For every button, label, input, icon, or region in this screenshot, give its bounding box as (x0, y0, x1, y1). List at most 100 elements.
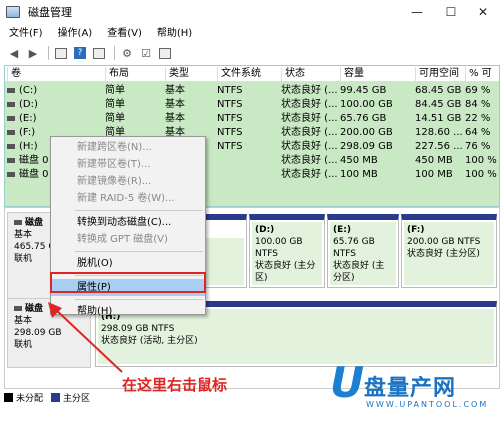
volume-name-cell: 磁盘 0 (19, 169, 49, 180)
disk-management-icon (6, 6, 20, 18)
partition-e[interactable]: (E:) 65.76 GB NTFS 状态良好 (主分区) (327, 214, 399, 288)
column-header[interactable]: 可用空间 (415, 67, 459, 81)
column-header[interactable]: 布局 (105, 67, 129, 81)
volume-icon (7, 102, 15, 107)
check-icon[interactable]: ☑ (138, 45, 154, 61)
table-cell: 100.00 GB (340, 99, 393, 110)
partition-label: (D:) (255, 225, 275, 235)
close-button[interactable]: ✕ (462, 0, 504, 24)
partition-size: 100.00 GB NTFS (255, 237, 303, 259)
toolbar-divider (114, 46, 115, 60)
menu-item-new-mirrored-volume[interactable]: 新建镜像卷(R)... (51, 173, 205, 190)
table-cell: 基本 (165, 113, 185, 124)
menu-file[interactable]: 文件(F) (0, 26, 49, 42)
partition-size: 65.76 GB NTFS (333, 237, 375, 259)
table-row[interactable]: (C:) 简单 基本 NTFS 状态良好 (... 99.45 GB 68.45 GB 69 … (5, 84, 499, 97)
table-cell: 100 MB (340, 169, 378, 180)
legend-swatch-primary (51, 392, 61, 402)
menu-divider (75, 251, 203, 252)
volume-name-cell: 磁盘 0 (19, 155, 49, 166)
menu-item-convert-gpt[interactable]: 转换成 GPT 磁盘(V) (51, 231, 205, 248)
table-cell: 450 MB (340, 155, 378, 166)
menu-item-properties[interactable]: 属性(P) (51, 279, 205, 296)
table-cell: 简单 (105, 85, 125, 96)
table-cell: NTFS (217, 127, 243, 138)
column-header[interactable]: 类型 (165, 67, 189, 81)
watermark-logo: U 盘量产网 WWW.UPANTOOL.COM (330, 360, 500, 422)
partition-label: (F:) (407, 225, 425, 235)
menu-view[interactable]: 查看(V) (98, 26, 148, 42)
hard-disk-icon (14, 220, 22, 225)
table-cell: 简单 (105, 99, 125, 110)
table-cell: 基本 (165, 85, 185, 96)
column-header[interactable]: 文件系统 (217, 67, 261, 81)
properties-icon[interactable] (157, 45, 173, 61)
disk-name: 磁盘 (25, 218, 44, 228)
disk-properties-icon[interactable] (91, 45, 107, 61)
back-arrow-icon[interactable]: ◀ (6, 45, 22, 61)
volume-icon (7, 88, 15, 93)
partition-f[interactable]: (F:) 200.00 GB NTFS 状态良好 (主分区) (401, 214, 497, 288)
column-header[interactable]: 容量 (340, 67, 364, 81)
partition-status: 状态良好 (主分区) (407, 249, 480, 259)
table-cell: 基本 (165, 99, 185, 110)
partition-d[interactable]: (D:) 100.00 GB NTFS 状态良好 (主分区) (249, 214, 325, 288)
partition-status: 状态良好 (主分区) (255, 261, 316, 283)
menu-action[interactable]: 操作(A) (49, 26, 99, 42)
title-bar: 磁盘管理 — ☐ ✕ (0, 0, 504, 24)
help-icon[interactable]: ? (72, 45, 88, 61)
table-cell: 76 % (465, 141, 491, 152)
menu-item-new-striped-volume[interactable]: 新建带区卷(T)... (51, 156, 205, 173)
table-cell: NTFS (217, 141, 243, 152)
menu-item-convert-dynamic[interactable]: 转换到动态磁盘(C)... (51, 214, 205, 231)
table-cell: 200.00 GB (340, 127, 393, 138)
menu-divider (75, 275, 203, 276)
table-cell: 状态良好 (... (281, 169, 338, 180)
table-cell: 84 % (465, 99, 491, 110)
hard-disk-icon (14, 306, 22, 311)
toolbar: ◀ ▶ ? ⚙ ☑ (0, 43, 504, 63)
watermark-u-logo: U (330, 358, 365, 407)
table-cell: 状态良好 (... (281, 113, 338, 124)
menu-bar: 文件(F) 操作(A) 查看(V) 帮助(H) (0, 26, 198, 42)
forward-arrow-icon[interactable]: ▶ (25, 45, 41, 61)
menu-item-new-raid5-volume[interactable]: 新建 RAID-5 卷(W)... (51, 190, 205, 207)
legend-label: 未分配 (16, 393, 44, 404)
table-cell: 100 % (465, 169, 497, 180)
column-header[interactable]: 卷 (7, 67, 21, 81)
window-title: 磁盘管理 (28, 6, 72, 19)
volume-icon (7, 144, 15, 149)
context-menu: 新建跨区卷(N)... 新建带区卷(T)... 新建镜像卷(R)... 新建 R… (50, 136, 206, 317)
table-cell: 128.60 ... (415, 127, 463, 138)
volume-name-cell: (D:) (19, 99, 38, 110)
watermark-url: WWW.UPANTOOL.COM (366, 400, 489, 409)
menu-divider (75, 210, 203, 211)
table-cell: 状态良好 (... (281, 141, 338, 152)
table-cell: 84.45 GB (415, 99, 462, 110)
menu-item-new-spanned-volume[interactable]: 新建跨区卷(N)... (51, 139, 205, 156)
column-header[interactable]: % 可 (465, 67, 492, 81)
table-cell: 状态良好 (... (281, 155, 338, 166)
volume-name-cell: (H:) (19, 141, 38, 152)
legend-swatch-unallocated (4, 392, 13, 402)
table-row[interactable]: (D:) 简单 基本 NTFS 状态良好 (... 100.00 GB 84.45 GB 84… (5, 98, 499, 111)
table-cell: 64 % (465, 127, 491, 138)
column-header[interactable]: 状态 (281, 67, 305, 81)
legend: 未分配 主分区 (4, 390, 90, 404)
settings-icon[interactable]: ⚙ (119, 45, 135, 61)
partition-label: (E:) (333, 225, 351, 235)
table-cell: NTFS (217, 85, 243, 96)
table-cell: 227.56 ... (415, 141, 463, 152)
menu-item-offline[interactable]: 脱机(O) (51, 255, 205, 272)
menu-help[interactable]: 帮助(H) (148, 26, 198, 42)
table-row[interactable]: (E:) 简单 基本 NTFS 状态良好 (... 65.76 GB 14.51 GB 22 … (5, 112, 499, 125)
annotation-text: 在这里右击鼠标 (122, 376, 228, 394)
partition-status: 状态良好 (活动, 主分区) (101, 336, 198, 346)
volume-icon (7, 116, 15, 121)
legend-label: 主分区 (63, 393, 91, 404)
disk-list-icon[interactable] (53, 45, 69, 61)
volume-icon (7, 172, 15, 177)
table-cell: 65.76 GB (340, 113, 387, 124)
table-cell: NTFS (217, 99, 243, 110)
volume-icon (7, 130, 15, 135)
